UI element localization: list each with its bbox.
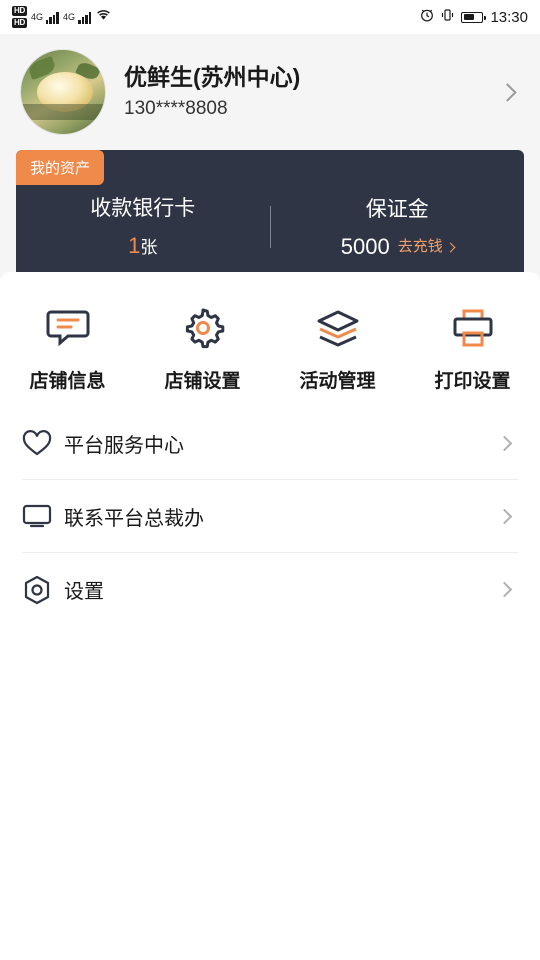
menu-row-service-center[interactable]: 平台服务中心 [22,407,518,480]
main-panel: 店铺信息 店铺设置 活动管理 打印设置 平台服务中心 联系平台总裁办 设置 [0,272,540,960]
menu-row-label: 设置 [64,581,104,603]
battery-icon [461,11,486,23]
shop-name: 优鲜生(苏州中心) [124,64,301,90]
chevron-right-icon [496,581,513,598]
assets-card-wrap: 我的资产 收款银行卡 1张 保证金 5000 去充钱 [0,150,540,280]
assets-card: 我的资产 收款银行卡 1张 保证金 5000 去充钱 [16,150,524,280]
settings-hex-icon [22,575,64,605]
profile-header[interactable]: 优鲜生(苏州中心) 130****8808 [0,34,540,150]
quick-actions-grid: 店铺信息 店铺设置 活动管理 打印设置 [0,272,540,407]
monitor-icon [22,503,64,529]
network-type-2: 4G [62,12,75,22]
bank-card-block[interactable]: 收款银行卡 1张 [16,189,270,265]
hd-badges: HD HD [12,6,27,28]
sim-2-signal: 4G [63,11,91,24]
status-bar-left: HD HD 4G 4G [12,6,112,28]
signal-bars-icon-2 [78,11,91,24]
recharge-button[interactable]: 去充钱 [397,230,456,264]
menu-list: 平台服务中心 联系平台总裁办 设置 [0,407,540,626]
gear-icon [135,302,270,354]
signal-bars-icon-1 [45,11,59,24]
assets-card-title: 我的资产 [16,150,105,185]
bank-card-value-row: 1张 [16,229,270,265]
menu-row-contact-office[interactable]: 联系平台总裁办 [22,480,518,553]
message-square-icon [0,302,135,354]
sim-1-signal: 4G [31,11,59,24]
printer-icon [405,302,540,354]
bottom-spacer [0,626,540,706]
recharge-label: 去充钱 [397,238,443,255]
hd-badge-2: HD [12,18,27,28]
menu-row-settings[interactable]: 设置 [22,553,518,626]
quick-action-label: 活动管理 [299,371,376,392]
heart-icon [22,429,64,457]
status-bar-right: 13:30 [420,8,528,27]
profile-text: 优鲜生(苏州中心) 130****8808 [106,60,501,124]
app-screen: HD HD 4G 4G 13:30 优鲜生(苏州中心) 130****8808 … [0,0,540,960]
chevron-right-icon[interactable] [498,82,517,102]
quick-action-activity-mgmt[interactable]: 活动管理 [270,302,405,393]
chevron-right-icon-small [445,242,456,252]
quick-action-print-settings[interactable]: 打印设置 [405,302,540,393]
vibrate-icon [441,8,454,27]
quick-action-label: 打印设置 [434,371,511,392]
chevron-right-icon [496,435,513,451]
clock-label: 13:30 [490,8,528,26]
bank-card-title: 收款银行卡 [90,197,196,220]
deposit-value-row: 5000 去充钱 [271,230,525,264]
quick-action-label: 店铺设置 [164,371,241,392]
status-bar: HD HD 4G 4G 13:30 [0,0,540,34]
quick-action-shop-info[interactable]: 店铺信息 [0,302,135,393]
layers-icon [270,302,405,354]
alarm-icon [420,8,434,27]
deposit-title: 保证金 [365,198,429,221]
quick-action-shop-settings[interactable]: 店铺设置 [135,302,270,393]
shop-avatar[interactable] [20,49,106,135]
deposit-amount: 5000 [340,234,390,259]
bank-card-count: 1 [128,233,141,258]
menu-row-label: 平台服务中心 [64,434,184,457]
deposit-block[interactable]: 保证金 5000 去充钱 [271,190,525,264]
menu-row-label: 联系平台总裁办 [64,507,204,530]
network-type-1: 4G [30,12,43,22]
shop-phone: 130****8808 [124,98,228,119]
hd-badge-1: HD [12,6,27,16]
bank-card-unit: 张 [140,238,158,257]
quick-action-label: 店铺信息 [29,371,106,392]
chevron-right-icon [496,508,513,524]
wifi-icon [95,8,112,26]
